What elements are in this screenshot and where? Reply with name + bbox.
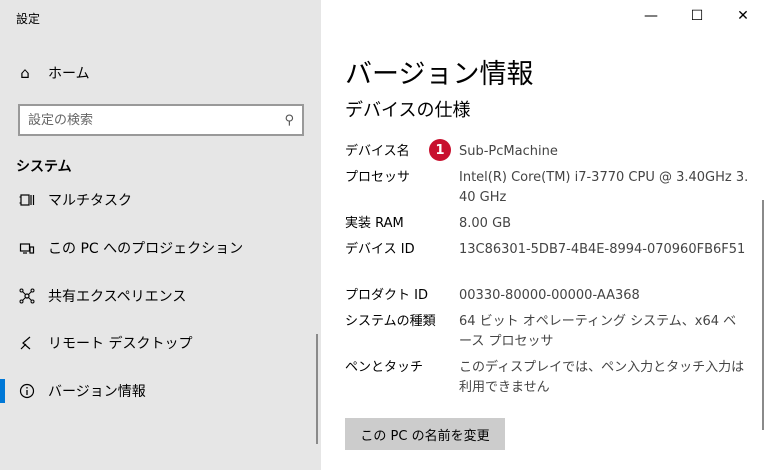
annotation-badge: 1	[429, 139, 451, 161]
sidebar-item-label: バージョン情報	[48, 384, 146, 400]
close-button[interactable]: ✕	[720, 0, 766, 32]
section-title: デバイスの仕様	[345, 100, 471, 121]
spec-value: 13C86301-5DB7-4B4E-8994-070960FB6F51	[459, 242, 746, 257]
projection-icon	[18, 239, 36, 257]
remote-desktop-icon	[18, 334, 36, 352]
page-title: バージョン情報	[345, 59, 534, 90]
maximize-button[interactable]: ☐	[674, 0, 720, 32]
sidebar-item-about[interactable]: バージョン情報	[0, 371, 321, 411]
sidebar-item-projection[interactable]: この PC へのプロジェクション	[0, 228, 321, 268]
spec-value: 00330-80000-00000-AA368	[459, 288, 640, 303]
spec-label: ペンとタッチ	[345, 360, 424, 375]
spec-value: 8.00 GB	[459, 216, 512, 231]
sidebar-item-label: リモート デスクトップ	[48, 336, 193, 352]
sidebar: 設定 ⌂ ホーム ⚲ システム マルチタスク この PC へのプロジェクション …	[0, 0, 321, 470]
spec-label: プロダクト ID	[345, 288, 428, 303]
sidebar-item-label: マルチタスク	[48, 193, 132, 209]
window-controls: — ☐ ✕	[628, 0, 766, 32]
home-icon: ⌂	[20, 64, 30, 82]
minimize-button[interactable]: —	[628, 0, 674, 32]
rename-pc-button[interactable]: この PC の名前を変更	[345, 418, 505, 450]
spec-value: Sub-PcMachine	[459, 144, 558, 159]
spec-value: 64 ビット オペレーティング システム、x64 ベース プロセッサ	[459, 314, 737, 349]
spec-label: デバイス ID	[345, 242, 415, 257]
home-link[interactable]: ⌂ ホーム	[16, 62, 90, 84]
app-title: 設定	[16, 12, 41, 26]
section-label: システム	[16, 159, 72, 175]
home-label: ホーム	[48, 66, 90, 82]
sidebar-item-label: 共有エクスペリエンス	[48, 289, 187, 305]
spec-label: 実装 RAM	[345, 216, 404, 231]
spec-value: Intel(R) Core(TM) i7-3770 CPU @ 3.40GHz …	[459, 170, 749, 205]
sidebar-item-label: この PC へのプロジェクション	[48, 241, 244, 257]
search-input[interactable]	[28, 112, 285, 128]
spec-label: システムの種類	[345, 314, 436, 329]
sidebar-item-shared-experiences[interactable]: 共有エクスペリエンス	[0, 276, 321, 316]
info-icon	[18, 382, 36, 400]
shared-experiences-icon	[18, 287, 36, 305]
multitasking-icon	[18, 191, 36, 209]
spec-label: プロセッサ	[345, 170, 411, 185]
sidebar-item-remote-desktop[interactable]: リモート デスクトップ	[0, 323, 321, 363]
search-box[interactable]: ⚲	[18, 104, 304, 136]
sidebar-item-multitasking[interactable]: マルチタスク	[0, 180, 321, 220]
main-panel: — ☐ ✕ バージョン情報 デバイスの仕様 デバイス名 Sub-PcMachin…	[321, 0, 766, 470]
search-icon[interactable]: ⚲	[284, 113, 294, 128]
main-scrollbar[interactable]	[762, 200, 764, 430]
sidebar-scrollbar[interactable]	[316, 334, 318, 444]
spec-value: このディスプレイでは、ペン入力とタッチ入力は利用できません	[459, 360, 745, 395]
